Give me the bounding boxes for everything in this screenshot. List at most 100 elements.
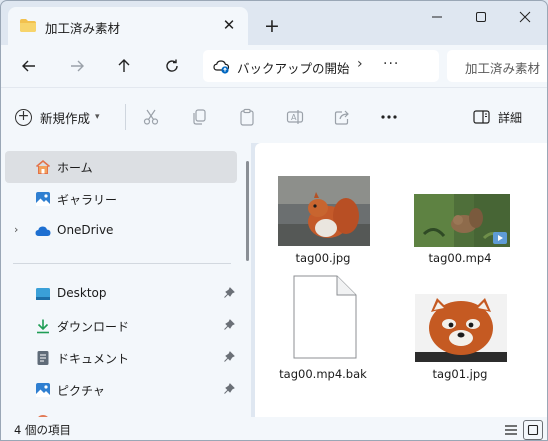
details-pane-button[interactable]: 詳細 (473, 104, 522, 130)
address-bar[interactable]: バックアップの開始 › ··· (203, 50, 439, 82)
gallery-icon (36, 192, 50, 206)
breadcrumb[interactable]: バックアップの開始 (237, 58, 350, 77)
desktop-icon (36, 288, 50, 300)
download-icon (37, 319, 49, 334)
sidebar-item-label: ホーム (57, 161, 93, 175)
more-options-button[interactable] (376, 104, 402, 130)
document-icon (37, 351, 49, 365)
details-label: 詳細 (498, 110, 523, 125)
refresh-icon (166, 59, 178, 72)
sidebar-item-label: ギャラリー (57, 193, 118, 207)
arrow-up-icon (118, 59, 130, 72)
rename-button[interactable]: A (282, 104, 308, 130)
file-name: tag00.mp4.bak (279, 367, 367, 381)
back-button[interactable] (14, 51, 44, 81)
grid-view-icon (527, 424, 539, 436)
chevron-right-icon[interactable]: › (357, 56, 363, 72)
navigation-bar: バックアップの開始 › ··· 加工済み素材 (1, 45, 547, 87)
refresh-button[interactable] (157, 51, 187, 81)
file-explorer-window: 加工済み素材 ✕ + バックアップの開始 › ··· 加工済み素材 + 新規作成… (0, 0, 548, 441)
rename-icon: A (286, 110, 304, 124)
scissors-icon (143, 109, 159, 125)
forward-button[interactable] (62, 51, 92, 81)
title-bar: 加工済み素材 ✕ + (1, 1, 547, 45)
sidebar-item-label: Desktop (57, 286, 107, 300)
minimize-icon (432, 16, 442, 18)
chevron-down-icon: ▾ (95, 112, 100, 122)
clipboard-icon (240, 108, 254, 126)
details-pane-icon (473, 110, 490, 124)
image-thumbnail (278, 176, 370, 246)
file-item-tag00-jpg[interactable]: tag00.jpg (263, 173, 383, 273)
arrow-left-icon (22, 60, 35, 72)
svg-text:A: A (291, 113, 297, 122)
copy-button[interactable] (186, 104, 212, 130)
sidebar-item-documents[interactable]: ドキュメント (5, 342, 237, 374)
search-input[interactable]: 加工済み素材 (465, 58, 540, 77)
folder-icon (20, 19, 36, 32)
sidebar-item-gallery[interactable]: ギャラリー (5, 183, 237, 215)
generic-file-icon (293, 275, 357, 359)
sidebar-item-label: ドキュメント (57, 352, 130, 366)
close-icon (519, 11, 531, 23)
pin-icon[interactable] (223, 351, 235, 363)
file-item-tag00-mp4[interactable]: tag00.mp4 (400, 173, 520, 273)
more-locations-icon[interactable]: ··· (383, 56, 399, 72)
cut-button[interactable] (138, 104, 164, 130)
new-tab-button[interactable]: + (259, 13, 285, 39)
pin-icon[interactable] (223, 287, 235, 299)
search-box[interactable]: 加工済み素材 (447, 50, 547, 82)
tab-current-folder[interactable]: 加工済み素材 ✕ (8, 7, 248, 45)
up-button[interactable] (109, 51, 139, 81)
sidebar-item-onedrive[interactable]: › OneDrive (5, 215, 237, 247)
home-icon (35, 159, 51, 174)
file-view: tag00.jpg tag00.mp4 tag00.mp4.bak tag01.… (255, 143, 547, 417)
pictures-icon (36, 383, 50, 397)
sidebar-item-home[interactable]: ホーム (5, 151, 237, 183)
navigation-pane: ホーム ギャラリー › OneDrive Desktop ダウンロード ドキュメ… (1, 143, 251, 417)
maximize-button[interactable] (459, 1, 503, 33)
file-name: tag01.jpg (432, 367, 488, 381)
sidebar-item-pictures[interactable]: ピクチャ (5, 374, 237, 406)
close-tab-button[interactable]: ✕ (219, 15, 239, 35)
cloud-backup-icon (213, 60, 230, 74)
plus-icon: + (264, 15, 280, 37)
image-thumbnail (415, 294, 507, 362)
arrow-right-icon (71, 60, 84, 72)
minimize-button[interactable] (415, 1, 459, 33)
copy-icon (193, 109, 206, 125)
file-item-tag00-mp4-bak[interactable]: tag00.mp4.bak (263, 273, 383, 383)
sidebar-item-downloads[interactable]: ダウンロード (5, 310, 237, 342)
tab-title: 加工済み素材 (45, 21, 121, 36)
sidebar-item-label: ピクチャ (57, 384, 105, 398)
toolbar-divider (125, 104, 126, 130)
file-item-tag01-jpg[interactable]: tag01.jpg (400, 273, 520, 383)
sidebar-item-music-partial[interactable] (5, 406, 237, 417)
add-circle-icon: + (15, 108, 32, 126)
sidebar-scrollbar[interactable] (246, 161, 249, 261)
status-bar: 4 個の項目 (1, 417, 547, 440)
item-count: 4 個の項目 (14, 423, 71, 437)
sidebar-item-label: ダウンロード (57, 320, 130, 334)
share-icon (334, 110, 349, 125)
video-thumbnail (414, 194, 510, 247)
pin-icon[interactable] (223, 319, 235, 331)
list-view-icon (505, 425, 517, 435)
pin-icon[interactable] (223, 383, 235, 395)
sidebar-item-desktop[interactable]: Desktop (5, 278, 237, 310)
close-icon: ✕ (222, 16, 236, 34)
file-name: tag00.jpg (295, 251, 351, 265)
share-button[interactable] (330, 104, 356, 130)
chevron-right-icon[interactable]: › (14, 223, 18, 236)
more-icon (381, 115, 397, 119)
maximize-icon (476, 12, 486, 22)
close-window-button[interactable] (503, 1, 547, 33)
new-button[interactable]: + 新規作成 ▾ (15, 102, 100, 132)
sidebar-item-label: OneDrive (57, 223, 114, 237)
cloud-icon (35, 226, 51, 236)
sidebar-divider (13, 263, 231, 264)
large-icons-view-button[interactable] (523, 420, 543, 440)
details-view-button[interactable] (501, 420, 521, 440)
new-button-label: 新規作成 (40, 110, 91, 126)
paste-button[interactable] (234, 104, 260, 130)
